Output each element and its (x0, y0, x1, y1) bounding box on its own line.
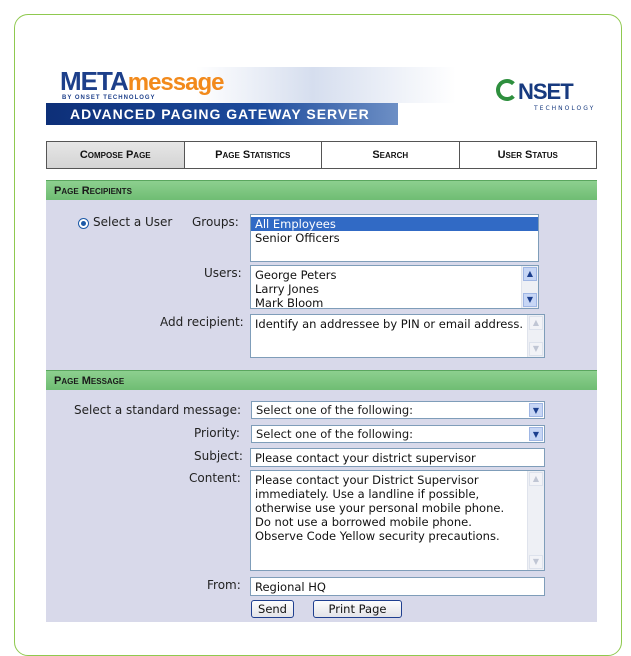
select-user-label: Select a User (93, 215, 173, 229)
standard-message-label: Select a standard message: (74, 403, 242, 417)
standard-message-select[interactable]: Select one of the following: ▼ (251, 401, 545, 419)
priority-select[interactable]: Select one of the following: ▼ (251, 425, 545, 443)
content-scrollbar[interactable]: ▲ ▼ (527, 471, 544, 570)
group-option[interactable]: Senior Officers (255, 231, 534, 245)
user-option[interactable]: Larry Jones (255, 282, 534, 296)
onset-logo-o-icon (496, 79, 518, 101)
page-recipients-header: Page Recipients (46, 180, 597, 200)
scroll-down-icon[interactable]: ▼ (523, 293, 537, 307)
from-value: Regional HQ (255, 580, 326, 594)
tab-page-statistics[interactable]: Page Statistics (184, 141, 322, 169)
priority-label: Priority: (194, 426, 240, 440)
priority-value: Select one of the following: (256, 427, 414, 441)
groups-label: Groups: (192, 215, 239, 229)
product-title: ADVANCED PAGING GATEWAY SERVER (70, 106, 370, 122)
groups-listbox[interactable]: All Employees Senior Officers (250, 214, 539, 262)
logo-subtitle: BY ONSET TECHNOLOGY (62, 95, 156, 101)
subject-value: Please contact your district supervisor (255, 451, 476, 465)
chevron-down-icon[interactable]: ▼ (529, 403, 543, 417)
group-option[interactable]: All Employees (251, 217, 538, 231)
users-scrollbar[interactable]: ▲ ▼ (521, 266, 538, 308)
scroll-up-icon[interactable]: ▲ (529, 472, 543, 486)
tab-user-status[interactable]: User Status (459, 141, 597, 169)
header-gradient (196, 67, 456, 103)
app-header: METAmessage BY ONSET TECHNOLOGY ADVANCED… (46, 67, 597, 129)
chevron-down-icon[interactable]: ▼ (529, 427, 543, 441)
product-title-bar: ADVANCED PAGING GATEWAY SERVER (46, 103, 398, 125)
onset-logo-word: NSET (518, 79, 574, 104)
scroll-up-icon[interactable]: ▲ (523, 267, 537, 281)
content-label: Content: (189, 471, 241, 485)
users-label: Users: (204, 266, 242, 280)
from-input[interactable]: Regional HQ (250, 577, 545, 596)
add-recipient-scrollbar[interactable]: ▲ ▼ (527, 315, 544, 357)
add-recipient-placeholder: Identify an addressee by PIN or email ad… (255, 317, 524, 331)
content-textarea[interactable]: Please contact your District Supervisor … (250, 470, 545, 571)
tab-label: Page Statistics (215, 149, 291, 161)
select-user-radio[interactable] (78, 218, 89, 229)
scroll-up-icon[interactable]: ▲ (529, 316, 543, 330)
scroll-down-icon[interactable]: ▼ (529, 342, 543, 356)
send-button[interactable]: Send (251, 600, 294, 618)
onset-logo: NSET TECHNOLOGY (496, 77, 594, 117)
from-label: From: (207, 578, 241, 592)
tab-label: Compose Page (79, 149, 151, 161)
subject-label: Subject: (194, 449, 243, 463)
tab-bar: Compose Page Page Statistics Search User… (46, 141, 597, 169)
tab-label: Search (372, 149, 409, 161)
tab-label: User Status (497, 149, 558, 161)
users-listbox[interactable]: George Peters Larry Jones Mark Bloom ▲ ▼ (250, 265, 539, 309)
scroll-down-icon[interactable]: ▼ (529, 555, 543, 569)
user-option[interactable]: George Peters (255, 268, 534, 282)
page-message-header: Page Message (46, 370, 597, 390)
user-option[interactable]: Mark Bloom (255, 296, 534, 308)
add-recipient-label: Add recipient: (160, 315, 244, 329)
logo-message-text: message (127, 69, 225, 96)
logo-meta-text: META (60, 67, 129, 96)
subject-input[interactable]: Please contact your district supervisor (250, 448, 545, 467)
onset-logo-subtitle: TECHNOLOGY (534, 105, 596, 112)
metamessage-logo: METAmessage (60, 67, 225, 97)
tab-compose-page[interactable]: Compose Page (46, 141, 185, 169)
standard-message-value: Select one of the following: (256, 403, 414, 417)
tab-search[interactable]: Search (322, 141, 460, 169)
content-value: Please contact your District Supervisor … (255, 473, 505, 543)
print-page-button[interactable]: Print Page (313, 600, 402, 618)
add-recipient-textarea[interactable]: Identify an addressee by PIN or email ad… (250, 314, 545, 358)
